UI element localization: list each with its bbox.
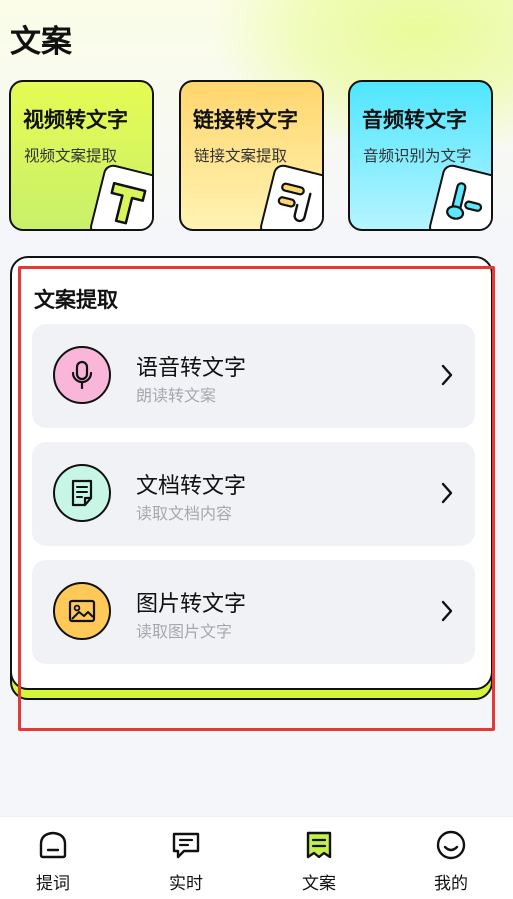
link-icon: [257, 162, 322, 229]
chat-icon: [172, 832, 200, 859]
tab-label: 文案: [302, 874, 336, 894]
document-to-text-item[interactable]: 文档转文字 读取文档内容: [32, 442, 475, 546]
tab-script[interactable]: 文案: [255, 817, 383, 899]
document-icon: [53, 464, 111, 522]
card-subtitle: 音频识别为文字: [363, 147, 472, 165]
item-title: 语音转文字: [136, 356, 247, 381]
chevron-right-icon: [441, 600, 453, 622]
card-subtitle: 视频文案提取: [24, 147, 118, 165]
smile-icon: [436, 830, 466, 860]
chevron-right-icon: [441, 482, 453, 504]
item-title: 文档转文字: [136, 474, 247, 499]
text-t-icon: [87, 162, 152, 229]
bottom-tab-bar: 提词 实时 文案 我的: [0, 816, 513, 899]
card-title: 音频转文字: [362, 108, 467, 132]
tab-prompter[interactable]: 提词: [0, 817, 117, 899]
speech-to-text-item[interactable]: 语音转文字 朗读转文案: [32, 324, 475, 428]
item-subtitle: 读取文档内容: [136, 504, 233, 523]
card-subtitle: 链接文案提取: [194, 147, 288, 165]
page-title: 文案: [10, 24, 72, 60]
home-icon: [39, 831, 67, 859]
tab-label: 实时: [169, 874, 203, 894]
item-subtitle: 读取图片文字: [136, 622, 233, 641]
panel-title: 文案提取: [34, 288, 118, 312]
music-note-icon: [426, 162, 491, 229]
tab-realtime[interactable]: 实时: [122, 817, 250, 899]
chevron-right-icon: [441, 364, 453, 386]
tab-mine[interactable]: 我的: [387, 817, 513, 899]
script-icon: [306, 831, 332, 859]
tab-label: 我的: [434, 874, 468, 894]
audio-to-text-card[interactable]: 音频转文字 音频识别为文字: [348, 80, 493, 231]
text-extraction-panel: 文案提取 语音转文字 朗读转文案 文档转文字 读取文档内容 图片转文字 读取图片…: [10, 256, 493, 690]
card-title: 链接转文字: [193, 108, 298, 132]
card-title: 视频转文字: [23, 108, 128, 132]
video-to-text-card[interactable]: 视频转文字 视频文案提取: [9, 80, 154, 231]
link-to-text-card[interactable]: 链接转文字 链接文案提取: [179, 80, 324, 231]
item-title: 图片转文字: [136, 592, 247, 617]
microphone-icon: [53, 346, 111, 404]
item-subtitle: 朗读转文案: [136, 386, 217, 405]
image-icon: [53, 582, 111, 640]
tab-label: 提词: [36, 874, 70, 894]
image-to-text-item[interactable]: 图片转文字 读取图片文字: [32, 560, 475, 664]
